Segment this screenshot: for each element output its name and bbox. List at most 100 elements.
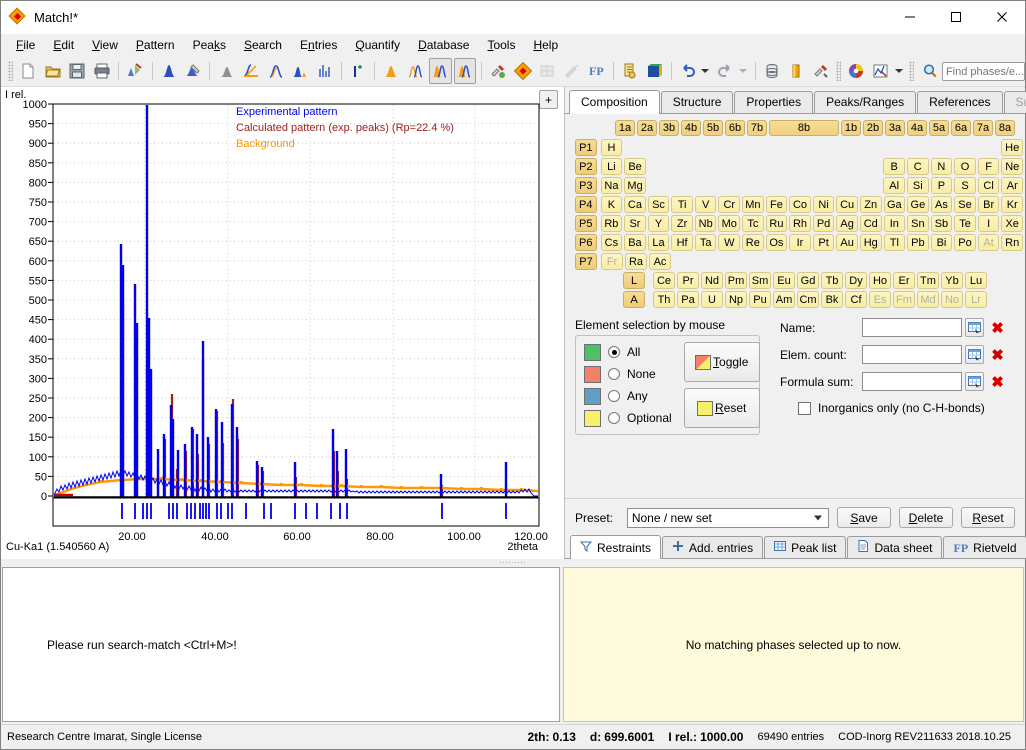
element-te[interactable]: Te bbox=[954, 215, 976, 232]
element-dy[interactable]: Dy bbox=[845, 272, 867, 289]
radio-row-none[interactable]: None bbox=[584, 365, 672, 383]
preset-delete-button[interactable]: Delete bbox=[899, 507, 953, 528]
element-ac[interactable]: Ac bbox=[649, 253, 671, 270]
element-mn[interactable]: Mn bbox=[742, 196, 764, 213]
menu-quantify[interactable]: Quantify bbox=[346, 35, 409, 55]
element-ru[interactable]: Ru bbox=[765, 215, 788, 232]
group-4b[interactable]: 4b bbox=[681, 120, 701, 136]
subtab-rietveld[interactable]: FP Rietveld bbox=[943, 536, 1026, 558]
element-li[interactable]: Li bbox=[600, 158, 623, 175]
group-6a[interactable]: 6a bbox=[951, 120, 971, 136]
preset-reset-button[interactable]: Reset bbox=[961, 507, 1015, 528]
fp-label-icon[interactable]: FP bbox=[585, 58, 608, 84]
subtab-peak-list[interactable]: Peak list bbox=[764, 536, 847, 558]
radio-all[interactable] bbox=[608, 346, 620, 358]
period-p2[interactable]: P2 bbox=[575, 158, 597, 175]
element-s[interactable]: S bbox=[954, 177, 976, 194]
radio-none[interactable] bbox=[608, 368, 620, 380]
redo-dropdown-icon[interactable] bbox=[738, 60, 749, 82]
redo-icon[interactable] bbox=[714, 58, 737, 84]
radio-any[interactable] bbox=[608, 390, 620, 402]
element-ne[interactable]: Ne bbox=[1001, 158, 1024, 175]
name-picker-grid-icon[interactable] bbox=[965, 318, 984, 337]
element-eu[interactable]: Eu bbox=[773, 272, 795, 289]
element-sr[interactable]: Sr bbox=[624, 215, 646, 232]
radio-row-optional[interactable]: Optional bbox=[584, 409, 672, 427]
element-in[interactable]: In bbox=[883, 215, 906, 232]
element-yb[interactable]: Yb bbox=[941, 272, 963, 289]
element-lu[interactable]: Lu bbox=[965, 272, 987, 289]
toolbar-grip[interactable] bbox=[8, 61, 14, 81]
element-ga[interactable]: Ga bbox=[883, 196, 906, 213]
peak-single-icon[interactable] bbox=[157, 58, 180, 84]
fit-profile-b-icon[interactable] bbox=[453, 58, 477, 84]
group-4a[interactable]: 4a bbox=[907, 120, 927, 136]
element-b[interactable]: B bbox=[883, 158, 905, 175]
subtab-add-entries[interactable]: Add. entries bbox=[662, 536, 764, 558]
group-7b[interactable]: 7b bbox=[747, 120, 767, 136]
open-folder-icon[interactable] bbox=[42, 58, 65, 84]
elem-count-picker-grid-icon[interactable] bbox=[965, 345, 984, 364]
new-document-icon[interactable] bbox=[17, 58, 40, 84]
matched-phases-panel[interactable]: No matching phases selected up to now. bbox=[563, 567, 1024, 722]
element-os[interactable]: Os bbox=[765, 234, 788, 251]
raw-profile-icon[interactable] bbox=[215, 58, 238, 84]
element-w[interactable]: W bbox=[718, 234, 741, 251]
element-v[interactable]: V bbox=[694, 196, 717, 213]
element-ce[interactable]: Ce bbox=[653, 272, 675, 289]
radio-optional[interactable] bbox=[608, 412, 620, 424]
element-h[interactable]: H bbox=[600, 139, 623, 156]
3d-cube-icon[interactable] bbox=[643, 58, 666, 84]
element-hf[interactable]: Hf bbox=[671, 234, 693, 251]
preset-combobox[interactable]: None / new set bbox=[626, 507, 829, 528]
period-p6[interactable]: P6 bbox=[575, 234, 597, 251]
color-wheel-icon[interactable] bbox=[845, 58, 868, 84]
element-co[interactable]: Co bbox=[789, 196, 811, 213]
search-icon[interactable] bbox=[918, 58, 941, 84]
actinide-tag[interactable]: A bbox=[623, 291, 645, 308]
find-phases-input[interactable]: Find phases/e... bbox=[941, 61, 1026, 81]
element-sn[interactable]: Sn bbox=[907, 215, 929, 232]
menu-entries[interactable]: Entries bbox=[291, 35, 346, 55]
menu-pattern[interactable]: Pattern bbox=[127, 35, 184, 55]
formula-sum-input[interactable] bbox=[862, 372, 962, 391]
group-2a[interactable]: 2a bbox=[637, 120, 657, 136]
pattern-tools-icon[interactable] bbox=[182, 58, 205, 84]
element-ho[interactable]: Ho bbox=[869, 272, 891, 289]
element-pr[interactable]: Pr bbox=[677, 272, 699, 289]
menu-search[interactable]: Search bbox=[235, 35, 291, 55]
candidate-list-panel[interactable]: Please run search-match <Ctrl+M>! bbox=[2, 567, 560, 722]
name-input[interactable] bbox=[862, 318, 962, 337]
undo-dropdown-icon[interactable] bbox=[700, 60, 711, 82]
tab-composition[interactable]: Composition bbox=[569, 90, 660, 114]
menu-view[interactable]: View bbox=[83, 35, 127, 55]
element-cr[interactable]: Cr bbox=[718, 196, 741, 213]
search-match-tools-icon[interactable] bbox=[487, 58, 510, 84]
element-ta[interactable]: Ta bbox=[694, 234, 717, 251]
group-5b[interactable]: 5b bbox=[703, 120, 723, 136]
elem-count-clear-icon[interactable]: ✖ bbox=[988, 345, 1007, 364]
inorganics-only-row[interactable]: Inorganics only (no C-H-bonds) bbox=[798, 401, 1015, 415]
element-mg[interactable]: Mg bbox=[624, 177, 646, 194]
maximize-button[interactable] bbox=[933, 1, 979, 33]
element-tb[interactable]: Tb bbox=[821, 272, 843, 289]
diffraction-pattern-chart[interactable]: I rel. + 1000 950 900 850 800 750 700 65… bbox=[1, 87, 565, 559]
element-ti[interactable]: Ti bbox=[671, 196, 693, 213]
element-f[interactable]: F bbox=[977, 158, 1000, 175]
element-pd[interactable]: Pd bbox=[812, 215, 835, 232]
element-cm[interactable]: Cm bbox=[797, 291, 819, 308]
chart-options-icon[interactable] bbox=[870, 58, 893, 84]
element-sc[interactable]: Sc bbox=[647, 196, 670, 213]
element-k[interactable]: K bbox=[600, 196, 623, 213]
element-si[interactable]: Si bbox=[906, 177, 929, 194]
save-disk-icon[interactable] bbox=[66, 58, 89, 84]
element-zr[interactable]: Zr bbox=[671, 215, 693, 232]
reset-selection-button[interactable]: Reset bbox=[683, 388, 760, 428]
peak-bars-icon[interactable] bbox=[313, 58, 336, 84]
element-he[interactable]: He bbox=[1001, 139, 1024, 156]
menu-edit[interactable]: Edit bbox=[44, 35, 83, 55]
element-o[interactable]: O bbox=[954, 158, 976, 175]
menu-help[interactable]: Help bbox=[524, 35, 567, 55]
period-p1[interactable]: P1 bbox=[575, 139, 597, 156]
name-clear-icon[interactable]: ✖ bbox=[988, 318, 1007, 337]
